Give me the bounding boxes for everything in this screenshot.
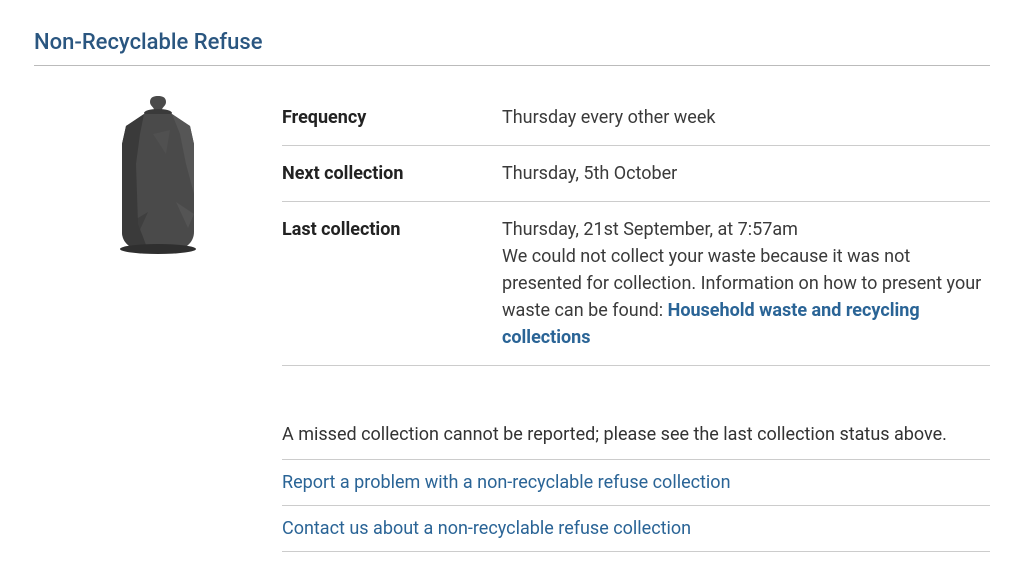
report-problem-row: Report a problem with a non-recyclable r… [282,460,990,506]
contact-us-row: Contact us about a non-recyclable refuse… [282,506,990,552]
last-collection-row: Last collection Thursday, 21st September… [282,202,990,366]
next-collection-label: Next collection [282,160,502,187]
refuse-bag-icon [98,94,218,254]
icon-column [34,90,282,254]
last-collection-label: Last collection [282,216,502,351]
next-collection-row: Next collection Thursday, 5th October [282,146,990,202]
frequency-value: Thursday every other week [502,104,990,131]
content-row: Frequency Thursday every other week Next… [34,90,990,552]
missed-collection-notice: A missed collection cannot be reported; … [282,424,990,460]
frequency-row: Frequency Thursday every other week [282,90,990,146]
bottom-block: A missed collection cannot be reported; … [282,424,990,552]
page-title: Non-Recyclable Refuse [34,30,990,66]
details-column: Frequency Thursday every other week Next… [282,90,990,552]
last-collection-value: Thursday, 21st September, at 7:57am We c… [502,216,990,351]
next-collection-value: Thursday, 5th October [502,160,990,187]
last-collection-date: Thursday, 21st September, at 7:57am [502,219,798,240]
contact-us-link[interactable]: Contact us about a non-recyclable refuse… [282,518,691,539]
report-problem-link[interactable]: Report a problem with a non-recyclable r… [282,472,731,493]
frequency-label: Frequency [282,104,502,131]
